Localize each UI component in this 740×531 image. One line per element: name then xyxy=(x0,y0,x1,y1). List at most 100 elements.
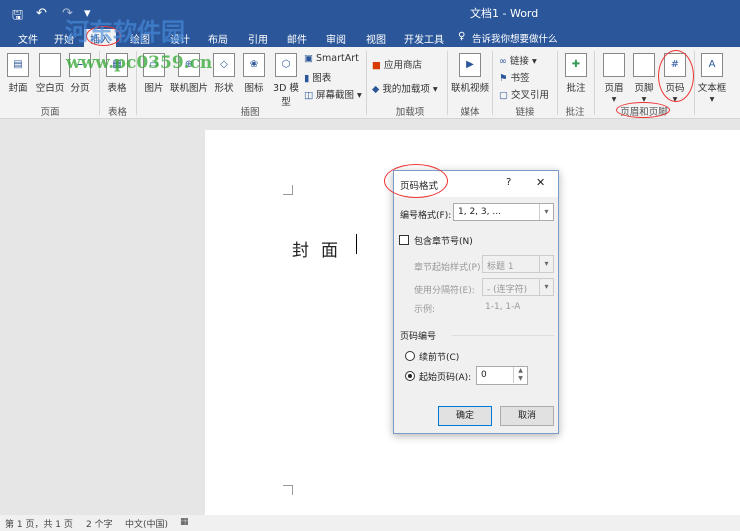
divider xyxy=(492,51,493,115)
cover-page-button[interactable]: ▤ 封面 xyxy=(4,53,32,94)
watermark-site: 河东软件园 xyxy=(65,17,185,46)
example-value: 1-1, 1-A xyxy=(485,302,521,312)
group-label-illustrations: 插图 xyxy=(240,107,260,118)
group-label-links: 链接 xyxy=(515,107,535,118)
word-count[interactable]: 2 个字 xyxy=(86,517,113,530)
divider xyxy=(594,51,595,115)
group-label-comments: 批注 xyxy=(565,107,585,118)
store-icon: ■ xyxy=(372,60,381,71)
tab-developer[interactable]: 开发工具 xyxy=(398,29,450,47)
text-box-button[interactable]: A 文本框 ▾ xyxy=(697,53,727,105)
help-button[interactable]: ? xyxy=(506,177,511,188)
annotation-circle xyxy=(616,102,670,118)
chevron-down-icon: ▾ xyxy=(539,204,553,220)
ok-button[interactable]: 确定 xyxy=(438,406,492,426)
online-video-button[interactable]: ▶ 联机视频 xyxy=(450,53,490,94)
smartart-icon: ▣ xyxy=(304,53,313,64)
shapes-icon: ◇ xyxy=(213,53,235,77)
tab-file[interactable]: 文件 xyxy=(12,29,44,47)
close-button[interactable]: ✕ xyxy=(536,176,545,189)
language[interactable]: 中文(中国) xyxy=(125,517,168,530)
header-button[interactable]: 页眉 ▾ xyxy=(600,53,628,105)
screenshot-icon: ◫ xyxy=(304,90,313,101)
smartart-button[interactable]: ▣ SmartArt xyxy=(304,53,359,64)
cube-icon: ⬡ xyxy=(275,53,297,77)
chart-button[interactable]: ▮ 图表 xyxy=(304,70,331,84)
margin-mark xyxy=(283,185,293,195)
macro-record-icon[interactable]: ▦ xyxy=(180,517,189,527)
screenshot-button[interactable]: ◫ 屏幕截图 ▾ xyxy=(304,87,362,101)
group-label-media: 媒体 xyxy=(460,107,480,118)
annotation-circle xyxy=(384,164,448,198)
window-title: 文档1 - Word xyxy=(470,7,539,20)
bookmark-icon: ⚑ xyxy=(499,73,508,84)
store-button[interactable]: ■ 应用商店 xyxy=(372,57,422,71)
start-at-input[interactable]: 0 ▲ ▼ xyxy=(476,366,528,385)
start-at-label: 起始页码(A): xyxy=(419,373,472,383)
tab-references[interactable]: 引用 xyxy=(242,29,274,47)
document-text[interactable]: 封面 xyxy=(292,236,350,261)
divider xyxy=(447,51,448,115)
spinner-icon[interactable]: ▲ ▼ xyxy=(513,367,527,383)
include-chapter-label: 包含章节号(N) xyxy=(414,237,473,247)
separator-select[interactable]: - (连字符) ▾ xyxy=(482,278,554,296)
page-count[interactable]: 第 1 页，共 1 页 xyxy=(5,517,73,530)
bookmark-button[interactable]: ⚑ 书签 xyxy=(499,70,530,84)
annotation-circle xyxy=(658,50,694,102)
comment-button[interactable]: ✚ 批注 xyxy=(562,53,590,94)
group-label-tables: 表格 xyxy=(107,107,127,118)
group-label-addins: 加载项 xyxy=(395,107,425,118)
header-icon xyxy=(603,53,625,77)
cancel-button[interactable]: 取消 xyxy=(500,406,554,426)
tab-view[interactable]: 视图 xyxy=(360,29,392,47)
cross-reference-icon: ▢ xyxy=(499,90,508,101)
status-bar: 第 1 页，共 1 页 2 个字 中文(中国) ▦ xyxy=(0,515,740,531)
3d-models-button[interactable]: ⬡ 3D 模型 xyxy=(270,53,302,108)
watermark-url: www.pc0359.cn xyxy=(66,53,213,73)
save-icon[interactable]: 🖫 xyxy=(12,6,23,28)
divider xyxy=(452,335,554,336)
continue-radio[interactable] xyxy=(405,351,415,361)
footer-icon xyxy=(633,53,655,77)
link-button[interactable]: ∞ 链接 ▾ xyxy=(499,53,537,67)
blank-page-icon xyxy=(39,53,61,77)
tab-mailings[interactable]: 邮件 xyxy=(281,29,313,47)
text-cursor xyxy=(356,234,357,254)
tab-review[interactable]: 审阅 xyxy=(320,29,352,47)
include-chapter-checkbox[interactable] xyxy=(399,235,409,245)
undo-icon[interactable]: ↶ xyxy=(36,6,47,21)
numbering-section-label: 页码编号 xyxy=(400,332,437,342)
shapes-button[interactable]: ◇ 形状 xyxy=(210,53,238,94)
divider xyxy=(557,51,558,115)
number-format-select[interactable]: 1, 2, 3, ... ▾ xyxy=(453,203,554,221)
text-box-icon: A xyxy=(701,53,723,77)
blank-page-button[interactable]: 空白页 xyxy=(34,53,66,94)
divider xyxy=(694,51,695,115)
divider xyxy=(366,51,367,115)
icons-icon: ❀ xyxy=(243,53,265,77)
cover-page-icon: ▤ xyxy=(7,53,29,77)
video-icon: ▶ xyxy=(459,53,481,77)
addins-icon: ◆ xyxy=(372,84,380,95)
chart-icon: ▮ xyxy=(304,73,310,84)
chapter-style-select[interactable]: 标题 1 ▾ xyxy=(482,255,554,273)
margin-mark xyxy=(283,485,293,495)
icons-button[interactable]: ❀ 图标 xyxy=(240,53,268,94)
chapter-style-label: 章节起始样式(P) xyxy=(414,263,481,273)
cross-reference-button[interactable]: ▢ 交叉引用 xyxy=(499,87,549,101)
number-format-label: 编号格式(F): xyxy=(400,211,452,221)
chevron-down-icon: ▾ xyxy=(539,279,553,295)
chevron-down-icon: ▾ xyxy=(539,256,553,272)
start-at-radio[interactable] xyxy=(405,371,415,381)
link-icon: ∞ xyxy=(499,56,507,67)
footer-button[interactable]: 页脚 ▾ xyxy=(630,53,658,105)
tab-layout[interactable]: 布局 xyxy=(202,29,234,47)
page-number-format-dialog: 页码格式 ? ✕ 编号格式(F): 1, 2, 3, ... ▾ 包含章节号(N)… xyxy=(393,170,559,434)
group-label-pages: 页面 xyxy=(40,107,60,118)
my-addins-button[interactable]: ◆ 我的加载项 ▾ xyxy=(372,81,438,95)
tell-me-search[interactable]: 告诉我你想要做什么 xyxy=(472,31,558,45)
comment-icon: ✚ xyxy=(565,53,587,77)
example-label: 示例: xyxy=(414,305,436,315)
lightbulb-icon: ♀ xyxy=(458,31,466,42)
continue-label: 续前节(C) xyxy=(419,353,460,363)
